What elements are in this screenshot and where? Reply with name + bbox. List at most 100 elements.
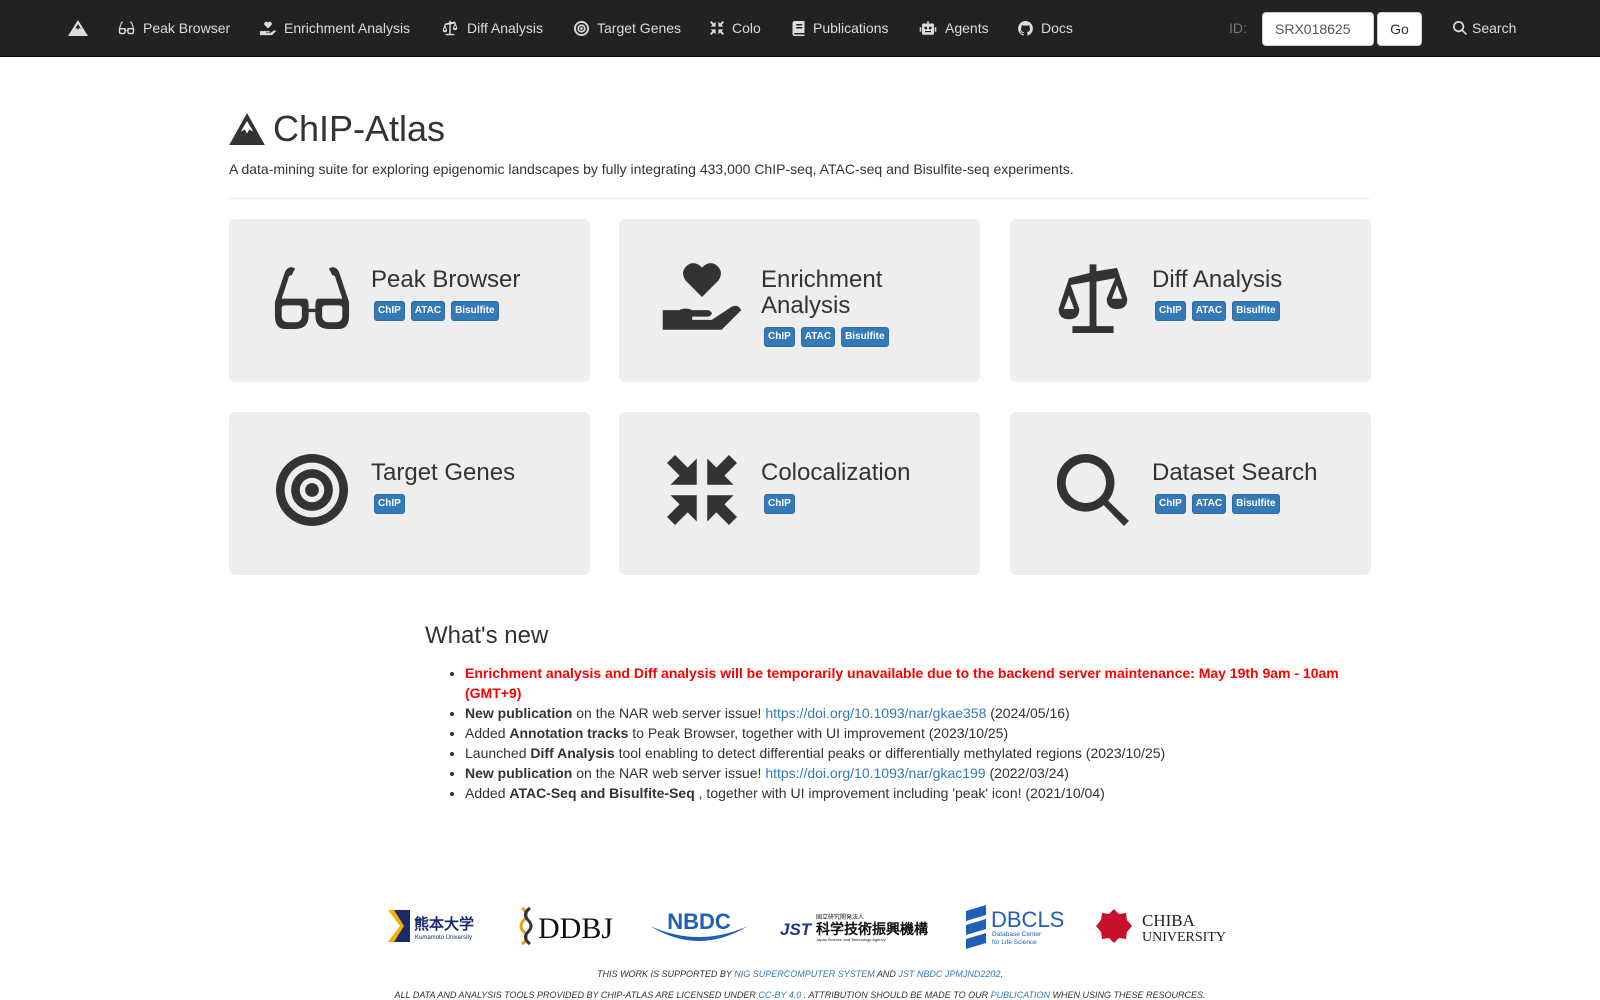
nbdc-logo[interactable]: NBDC — [648, 908, 750, 944]
doi-link[interactable]: https://doi.org/10.1093/nar/gkae358 — [765, 705, 986, 721]
doi-link[interactable]: https://doi.org/10.1093/nar/gkac199 — [765, 765, 985, 781]
page-title: ChIP-Atlas — [229, 108, 445, 150]
maintenance-alert: Enrichment analysis and Diff analysis wi… — [465, 665, 1339, 701]
ddbj-text: DDBJ — [538, 912, 613, 945]
publication-link[interactable]: publication — [991, 990, 1050, 1000]
label-chip: ChIP — [764, 327, 795, 347]
card-enrichment-analysis[interactable]: Enrichment Analysis ChIP ATAC Bisulfite — [619, 219, 980, 382]
card-peak-browser[interactable]: Peak Browser ChIP ATAC Bisulfite — [229, 219, 590, 382]
id-label: ID: — [1229, 20, 1247, 36]
dbcls-logo[interactable]: DBCLS Database Center for Life Science — [964, 903, 1066, 951]
nav-peak-browser-label: Peak Browser — [143, 20, 231, 36]
list-item: Added ATAC-Seq and Bisulfite-Seq , toget… — [465, 783, 1345, 803]
scale-icon — [1058, 264, 1128, 333]
kumamoto-jp: 熊本大学 — [414, 915, 474, 933]
nav-target-genes-label: Target Genes — [597, 20, 682, 36]
glasses-icon — [118, 21, 135, 35]
nav-peak-browser[interactable]: Peak Browser — [118, 0, 230, 56]
nav-search-label: Search — [1472, 20, 1517, 36]
nbdc-text: NBDC — [667, 909, 731, 934]
bullseye-icon — [574, 20, 589, 36]
nav-enrichment-analysis[interactable]: Enrichment Analysis — [260, 0, 410, 56]
license-link[interactable]: CC-BY 4.0 — [758, 990, 801, 1000]
kumamoto-university-logo[interactable]: 熊本大学 Kumamoto University — [388, 908, 480, 944]
hand-holding-heart-icon — [662, 263, 742, 330]
list-item: Launched Diff Analysis tool enabling to … — [465, 743, 1345, 763]
home-logo-link[interactable] — [68, 0, 88, 56]
card-target-genes[interactable]: Target Genes ChIP — [229, 412, 590, 575]
jst-en: Japan Science and Technology Agency — [816, 937, 886, 942]
kumamoto-en: Kumamoto University — [415, 935, 472, 941]
label-bisulfite: Bisulfite — [451, 301, 499, 321]
list-item: Enrichment analysis and Diff analysis wi… — [465, 663, 1345, 703]
navbar: Peak Browser Enrichment Analysis Diff An… — [0, 0, 1600, 57]
label-atac: ATAC — [1191, 301, 1227, 321]
nav-docs-label: Docs — [1041, 20, 1073, 36]
nav-colo[interactable]: Colo — [710, 0, 761, 56]
nav-agents-label: Agents — [945, 20, 989, 36]
label-atac: ATAC — [410, 301, 446, 321]
compress-icon — [667, 455, 737, 525]
nav-diff-analysis-label: Diff Analysis — [467, 20, 543, 36]
robot-icon — [919, 21, 937, 35]
label-chip: ChIP — [374, 301, 405, 321]
page-subtitle: A data-mining suite for exploring epigen… — [229, 161, 1074, 177]
jst-logo[interactable]: JST 国立研究開発法人 科学技術振興機構 Japan Science and … — [780, 910, 932, 944]
chiba-university-logo[interactable]: CHIBA UNIVERSITY — [1096, 908, 1248, 946]
compress-icon — [710, 21, 724, 35]
nav-search[interactable]: Search — [1453, 0, 1516, 56]
jst-nbdc-link[interactable]: JST NBDC JPMJND2202 — [898, 969, 1000, 979]
search-icon — [1453, 21, 1467, 35]
label-chip: ChIP — [1155, 494, 1186, 514]
nav-docs[interactable]: Docs — [1018, 0, 1073, 56]
label-bisulfite: Bisulfite — [841, 327, 889, 347]
divider — [229, 198, 1370, 199]
label-bisulfite: Bisulfite — [1232, 301, 1280, 321]
card-title: Dataset Search — [1152, 459, 1318, 486]
card-diff-analysis[interactable]: Diff Analysis ChIP ATAC Bisulfite — [1010, 219, 1371, 382]
dbcls-en1: Database Center — [992, 931, 1042, 938]
card-title: Peak Browser — [371, 266, 521, 293]
dbcls-en2: for Life Science — [992, 939, 1037, 946]
jst-jp-small: 国立研究開発法人 — [816, 913, 864, 921]
card-title: Enrichment Analysis — [761, 266, 883, 319]
card-dataset-search[interactable]: Dataset Search ChIP ATAC Bisulfite — [1010, 412, 1371, 575]
nav-target-genes[interactable]: Target Genes — [574, 0, 681, 56]
dbcls-short: DBCLS — [991, 907, 1064, 932]
label-atac: ATAC — [1191, 494, 1227, 514]
license-note: All data and analysis tools provided by … — [394, 990, 1206, 1000]
card-colocalization[interactable]: Colocalization ChIP — [619, 412, 980, 575]
label-chip: ChIP — [374, 494, 405, 514]
id-input[interactable] — [1262, 12, 1374, 46]
card-title: Diff Analysis — [1152, 266, 1283, 293]
nav-diff-analysis[interactable]: Diff Analysis — [441, 0, 543, 56]
jst-jp: 科学技術振興機構 — [816, 921, 928, 938]
ddbj-logo[interactable]: DDBJ — [516, 906, 616, 946]
nav-agents[interactable]: Agents — [919, 0, 989, 56]
github-icon — [1018, 20, 1033, 36]
label-bisulfite: Bisulfite — [1232, 494, 1280, 514]
scale-icon — [442, 20, 458, 36]
glasses-icon — [274, 267, 350, 329]
label-chip: ChIP — [764, 494, 795, 514]
list-item: New publication on the NAR web server is… — [465, 763, 1345, 783]
support-note: This work is supported by NIG supercompu… — [597, 969, 1003, 979]
chiba-line2: UNIVERSITY — [1142, 930, 1226, 945]
hand-holding-heart-icon — [260, 21, 276, 35]
mountain-icon — [68, 20, 88, 36]
list-item: New publication on the NAR web server is… — [465, 703, 1345, 723]
nav-publications[interactable]: Publications — [792, 0, 889, 56]
jst-short: JST — [780, 920, 813, 939]
nig-link[interactable]: NIG supercomputer system — [734, 969, 875, 979]
card-title: Colocalization — [761, 459, 911, 486]
page-title-text: ChIP-Atlas — [273, 108, 446, 149]
search-icon — [1057, 454, 1129, 526]
nav-publications-label: Publications — [813, 20, 889, 36]
card-title: Target Genes — [371, 459, 516, 486]
label-chip: ChIP — [1155, 301, 1186, 321]
go-button[interactable]: Go — [1377, 12, 1422, 46]
label-atac: ATAC — [800, 327, 836, 347]
whats-new-title: What's new — [425, 622, 549, 649]
news-list: Enrichment analysis and Diff analysis wi… — [465, 663, 1345, 803]
bullseye-icon — [276, 454, 348, 526]
